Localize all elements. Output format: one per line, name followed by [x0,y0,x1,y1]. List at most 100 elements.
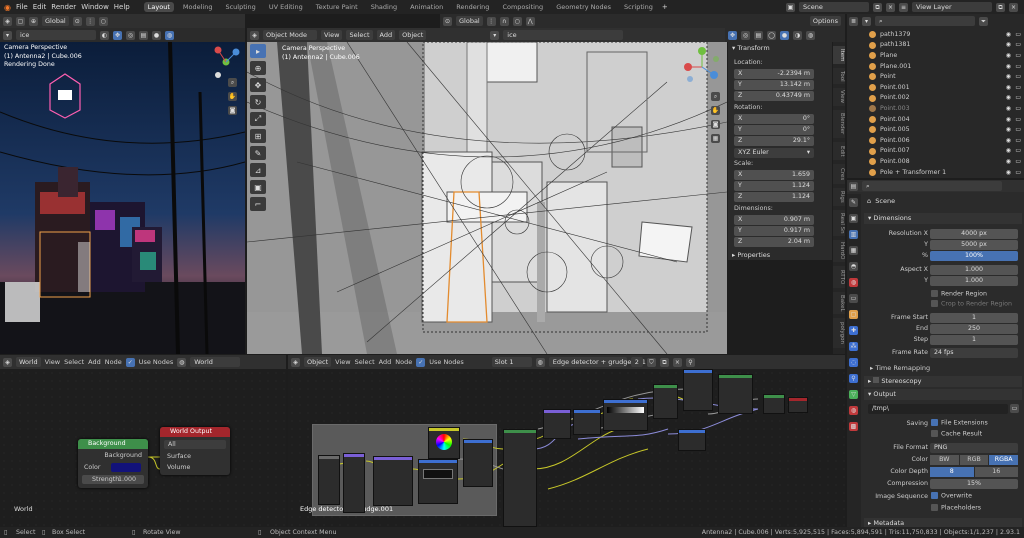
camera-icon[interactable]: ▭ [1015,169,1021,176]
shader-node[interactable] [653,384,678,419]
select-tool-icon[interactable]: ▸ [250,44,266,58]
tab-uv-editing[interactable]: UV Editing [265,2,307,12]
rendered-shading-icon[interactable]: ◍ [165,30,174,40]
navigation-gizmo[interactable] [680,45,724,85]
color-swatch[interactable] [111,463,141,472]
user-count[interactable]: 2 [630,357,643,367]
transform-tool-icon[interactable]: ⊞ [250,129,266,143]
eye-icon[interactable]: ◉ [1006,94,1011,101]
editor-type-icon[interactable]: ◈ [291,357,300,367]
outliner-item[interactable]: Point.004 ◉ ▭ [847,114,1023,125]
overwrite-checkbox[interactable]: Overwrite [931,492,972,500]
menu-view[interactable]: View [321,30,343,40]
menu-view[interactable]: View [45,358,60,366]
frame-rate-dropdown[interactable]: 24 fps [930,348,1018,358]
scene-icon[interactable]: ▣ [786,2,795,12]
menu-node[interactable]: Node [105,358,122,366]
copy-icon[interactable]: ⧉ [996,2,1005,12]
zoom-icon[interactable]: ⌕ [711,92,720,101]
sidebar-tab-hardo[interactable]: HardO [833,240,845,262]
output-path-field[interactable]: /tmp\ [868,404,1008,414]
stereoscopy-panel[interactable]: ▸ Stereoscopy [864,376,1022,387]
checkbox-checked-icon[interactable]: ✓ [125,357,135,367]
camera-icon[interactable]: ▭ [1015,116,1021,123]
eye-icon[interactable]: ◉ [1006,137,1011,144]
location-z-field[interactable]: Z 0.43749 m [734,91,814,101]
sidebar-tab-edit[interactable]: Edit [833,142,845,160]
measure-tool-icon[interactable]: ⊿ [250,163,266,177]
shader-node[interactable] [318,455,340,505]
sidebar-tab-cres[interactable]: Cres [833,164,845,184]
shader-node[interactable] [373,456,413,506]
tab-texture-paint[interactable]: Texture Paint [312,2,362,12]
tab-animation[interactable]: Animation [406,2,447,12]
proportional-icon[interactable]: ○ [98,16,108,26]
sidebar-tab-rigs[interactable]: Rigs [833,188,845,206]
color-ramp-node[interactable] [428,427,460,459]
xray-icon[interactable]: ▤ [139,30,148,40]
sidebar-tab-rtto[interactable]: RTTO [833,266,845,288]
shader-node[interactable] [763,394,785,414]
rendered-shading-icon[interactable]: ◍ [806,30,815,40]
filter-icon[interactable]: ▾ [490,30,500,40]
sidebar-tab-bakel[interactable]: BakeL [833,292,845,314]
snap-icon[interactable]: ⋮ [85,16,95,26]
eye-icon[interactable]: ◉ [1006,52,1011,59]
scene-tab-icon[interactable]: ◓ [849,262,858,271]
tab-layout[interactable]: Layout [143,2,174,12]
crop-region-checkbox[interactable]: Crop to Render Region [931,300,1012,308]
world-output-node[interactable]: World Output All Surface Volume [160,427,230,475]
menu-window[interactable]: Window [81,3,109,11]
transform-header[interactable]: ▾ Transform [732,44,770,52]
overlay-icon[interactable]: ◎ [741,30,750,40]
constraints-tab-icon[interactable]: ⚲ [849,374,858,383]
slot-dropdown[interactable]: Slot 1 [491,357,532,367]
display-mode-icon[interactable]: ▾ [862,16,871,26]
scale-tool-icon[interactable]: ⤢ [250,112,266,126]
collection-tab-icon[interactable]: ▭ [849,294,858,303]
overlay-icon[interactable]: ◎ [126,30,135,40]
material-tab-icon[interactable]: ◍ [849,406,858,415]
location-y-field[interactable]: Y 13.142 m [734,80,814,90]
editor-type-icon[interactable]: ▤ [849,181,858,191]
outliner-item[interactable]: path1381 ◉ ▭ [847,40,1023,51]
dimension-x-field[interactable]: X 0.907 m [734,215,814,225]
copy-icon[interactable]: ⧉ [659,357,669,367]
scale-x-field[interactable]: X 1.659 [734,170,814,180]
options-dropdown[interactable]: Options [809,16,841,26]
visibility-icon[interactable]: ◐ [100,30,109,40]
principled-bsdf-node[interactable] [503,429,537,527]
particles-tab-icon[interactable]: ⁂ [849,342,858,351]
main-viewport-canvas[interactable] [247,42,727,354]
outliner-item[interactable]: Point.005 ◉ ▭ [847,124,1023,135]
camera-icon[interactable]: ◙ [711,120,720,129]
frame-start-field[interactable]: 1 [930,313,1018,323]
camera-icon[interactable]: ▭ [1015,137,1021,144]
placeholders-checkbox[interactable]: Placeholders [931,504,981,512]
material-datablock-field[interactable]: Edge detector + grudge.001 [548,357,646,367]
wireframe-shading-icon[interactable]: ◯ [767,30,776,40]
properties-subpanel[interactable]: ▸ Properties [732,251,770,259]
menu-view[interactable]: View [335,358,350,366]
object-tab-icon[interactable]: ▢ [849,310,858,319]
strength-field[interactable]: Strength 1.000 [82,475,144,484]
tab-geometry-nodes[interactable]: Geometry Nodes [552,2,615,12]
gizmo-icon[interactable]: ✥ [113,30,122,40]
use-nodes-label[interactable]: Use Nodes [139,358,174,366]
file-extensions-checkbox[interactable]: File Extensions [931,419,988,427]
color-bw-option[interactable]: BW [930,455,959,465]
folder-icon[interactable]: ▭ [1010,404,1019,413]
background-node[interactable]: Background Background Color Strength 1.0… [78,439,148,488]
menu-edit[interactable]: Edit [33,3,47,11]
menu-add[interactable]: Add [379,358,392,366]
menu-select[interactable]: Select [64,358,84,366]
aspect-x-field[interactable]: 1.000 [930,265,1018,275]
aspect-y-field[interactable]: 1.000 [930,276,1018,286]
shader-node[interactable] [683,369,713,411]
view-layer-icon[interactable]: ≡ [899,2,908,12]
pin-icon[interactable]: ⚲ [685,357,695,367]
render-tab-icon[interactable]: ▣ [849,214,858,223]
outliner-item[interactable]: Plane.001 ◉ ▭ [847,61,1023,72]
shader-type-dropdown[interactable]: World [16,357,41,367]
view-layer-field[interactable]: View Layer [912,2,992,12]
